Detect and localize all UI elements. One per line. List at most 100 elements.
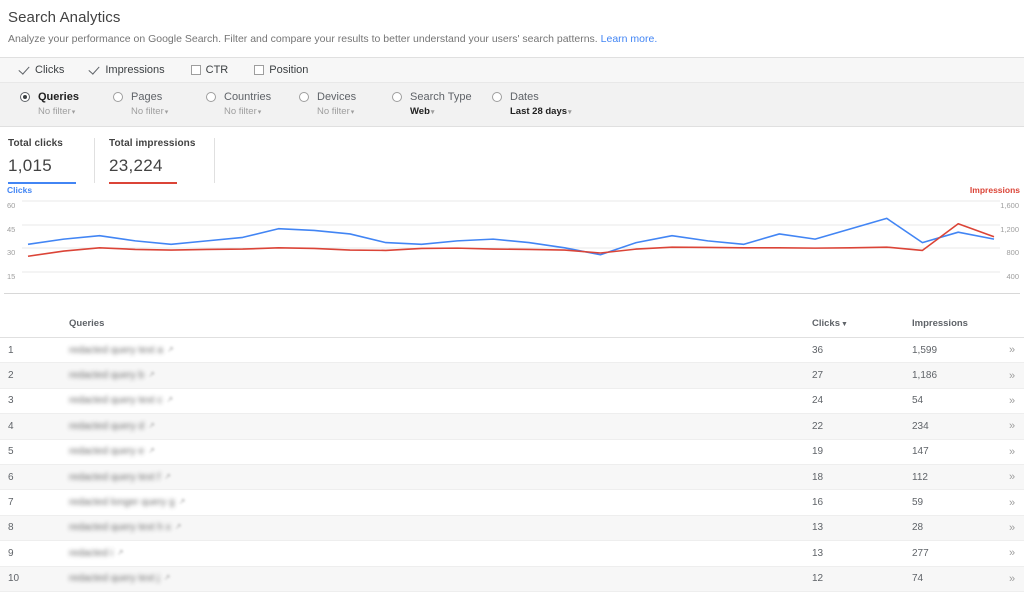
dimension-label: Dates bbox=[510, 91, 539, 103]
row-expand-button[interactable]: » bbox=[1000, 338, 1024, 363]
checkbox-icon[interactable] bbox=[90, 65, 100, 75]
total-impressions-label: Total impressions bbox=[109, 138, 196, 149]
double-chevron-right-icon[interactable]: » bbox=[1009, 420, 1015, 432]
dimension-filter-dropdown[interactable]: Web▾ bbox=[410, 106, 492, 117]
dimension-countries[interactable]: Countries No filter▾ bbox=[206, 91, 299, 117]
dimension-filter-dropdown[interactable]: No filter▾ bbox=[317, 106, 392, 117]
dimension-dates[interactable]: Dates Last 28 days▾ bbox=[492, 91, 592, 117]
radio-icon[interactable] bbox=[20, 92, 30, 102]
row-impressions: 28 bbox=[912, 515, 1000, 540]
learn-more-link[interactable]: Learn more. bbox=[601, 33, 658, 45]
row-rank: 3 bbox=[0, 388, 32, 413]
external-link-icon[interactable]: ↗ bbox=[167, 345, 174, 354]
total-clicks-card[interactable]: Total clicks 1,015 bbox=[8, 138, 95, 183]
double-chevron-right-icon[interactable]: » bbox=[1009, 547, 1015, 559]
row-query[interactable]: redacted query e ↗ bbox=[32, 439, 812, 464]
dimension-filter-dropdown[interactable]: Last 28 days▾ bbox=[510, 106, 592, 117]
checkbox-icon[interactable] bbox=[191, 65, 201, 75]
dimension-queries[interactable]: Queries No filter▾ bbox=[20, 91, 113, 117]
row-rank: 6 bbox=[0, 464, 32, 489]
radio-icon[interactable] bbox=[492, 92, 502, 102]
metric-checkbox-ctr[interactable]: CTR bbox=[191, 64, 229, 76]
table-row[interactable]: 5redacted query e↗19147» bbox=[0, 439, 1024, 464]
row-expand-button[interactable]: » bbox=[1000, 515, 1024, 540]
row-expand-button[interactable]: » bbox=[1000, 363, 1024, 388]
dimension-filter-dropdown[interactable]: No filter▾ bbox=[224, 106, 299, 117]
row-query[interactable]: redacted query b↗ bbox=[32, 363, 812, 388]
dimension-filter-dropdown[interactable]: No filter▾ bbox=[131, 106, 206, 117]
row-query-text: redacted query e bbox=[69, 446, 144, 457]
row-query[interactable]: redacted i↗ bbox=[32, 541, 812, 566]
row-expand-button[interactable]: » bbox=[1000, 464, 1024, 489]
dimension-devices[interactable]: Devices No filter▾ bbox=[299, 91, 392, 117]
total-clicks-underline bbox=[8, 182, 76, 184]
external-link-icon[interactable]: ↗ bbox=[148, 446, 155, 455]
double-chevron-right-icon[interactable]: » bbox=[1009, 497, 1015, 509]
row-expand-button[interactable]: » bbox=[1000, 541, 1024, 566]
dimension-filter-dropdown[interactable]: No filter▾ bbox=[38, 106, 113, 117]
row-impressions: 1,599 bbox=[912, 338, 1000, 363]
dimension-pages[interactable]: Pages No filter▾ bbox=[113, 91, 206, 117]
table-row[interactable]: 8redacted query text h x↗1328» bbox=[0, 515, 1024, 540]
row-query[interactable]: redacted query d↗ bbox=[32, 414, 812, 439]
row-expand-button[interactable]: » bbox=[1000, 439, 1024, 464]
radio-icon[interactable] bbox=[113, 92, 123, 102]
table-row[interactable]: 7redacted longer query g↗1659» bbox=[0, 490, 1024, 515]
dimension-filter-bar: Queries No filter▾ Pages No filter▾ Coun… bbox=[0, 83, 1024, 127]
external-link-icon[interactable]: ↗ bbox=[166, 395, 173, 404]
row-query[interactable]: redacted query text f↗ bbox=[32, 464, 812, 489]
checkbox-icon[interactable] bbox=[254, 65, 264, 75]
performance-chart[interactable]: Clicks Impressions 60 45 30 15 1,600 1,2… bbox=[0, 185, 1024, 289]
row-query[interactable]: redacted query text c↗ bbox=[32, 388, 812, 413]
row-clicks: 36 bbox=[812, 338, 912, 363]
column-header-clicks[interactable]: Clicks▼ bbox=[812, 312, 912, 338]
radio-icon[interactable] bbox=[392, 92, 402, 102]
table-body: 1redacted query text a↗361,599»2redacted… bbox=[0, 338, 1024, 592]
row-expand-button[interactable]: » bbox=[1000, 566, 1024, 591]
row-query[interactable]: redacted query text j↗ bbox=[32, 566, 812, 591]
double-chevron-right-icon[interactable]: » bbox=[1009, 370, 1015, 382]
row-query[interactable]: redacted longer query g↗ bbox=[32, 490, 812, 515]
column-header-queries[interactable]: Queries bbox=[32, 312, 812, 338]
row-expand-button[interactable]: » bbox=[1000, 414, 1024, 439]
external-link-icon[interactable]: ↗ bbox=[175, 522, 182, 531]
external-link-icon[interactable]: ↗ bbox=[164, 472, 171, 481]
table-row[interactable]: 6redacted query text f↗18112» bbox=[0, 464, 1024, 489]
total-impressions-card[interactable]: Total impressions 23,224 bbox=[109, 138, 215, 183]
metric-checkbox-position[interactable]: Position bbox=[254, 64, 308, 76]
table-row[interactable]: 4redacted query d↗22234» bbox=[0, 414, 1024, 439]
chart-divider bbox=[4, 293, 1020, 294]
external-link-icon[interactable]: ↗ bbox=[164, 573, 171, 582]
column-header-impressions[interactable]: Impressions bbox=[912, 312, 1000, 338]
external-link-icon[interactable]: ↗ bbox=[179, 497, 186, 506]
double-chevron-right-icon[interactable]: » bbox=[1009, 573, 1015, 585]
metric-checkbox-impressions[interactable]: Impressions bbox=[90, 64, 164, 76]
double-chevron-right-icon[interactable]: » bbox=[1009, 471, 1015, 483]
row-expand-button[interactable]: » bbox=[1000, 490, 1024, 515]
external-link-icon[interactable]: ↗ bbox=[117, 548, 124, 557]
table-row[interactable]: 2redacted query b↗271,186» bbox=[0, 363, 1024, 388]
metric-checkbox-clicks[interactable]: Clicks bbox=[20, 64, 64, 76]
page-title: Search Analytics bbox=[8, 8, 1024, 28]
double-chevron-right-icon[interactable]: » bbox=[1009, 344, 1015, 356]
external-link-icon[interactable]: ↗ bbox=[148, 421, 155, 430]
double-chevron-right-icon[interactable]: » bbox=[1009, 446, 1015, 458]
table-row[interactable]: 1redacted query text a↗361,599» bbox=[0, 338, 1024, 363]
row-query[interactable]: redacted query text a↗ bbox=[32, 338, 812, 363]
row-expand-button[interactable]: » bbox=[1000, 388, 1024, 413]
row-clicks: 12 bbox=[812, 566, 912, 591]
double-chevron-right-icon[interactable]: » bbox=[1009, 522, 1015, 534]
checkbox-icon[interactable] bbox=[20, 65, 30, 75]
external-link-icon[interactable]: ↗ bbox=[148, 370, 155, 379]
row-impressions: 54 bbox=[912, 388, 1000, 413]
row-rank: 5 bbox=[0, 439, 32, 464]
table-row[interactable]: 9redacted i↗13277» bbox=[0, 541, 1024, 566]
radio-icon[interactable] bbox=[206, 92, 216, 102]
table-row[interactable]: 10redacted query text j↗1274» bbox=[0, 566, 1024, 591]
chevron-down-icon: ▾ bbox=[568, 109, 572, 116]
row-query[interactable]: redacted query text h x↗ bbox=[32, 515, 812, 540]
dimension-search-type[interactable]: Search Type Web▾ bbox=[392, 91, 492, 117]
table-row[interactable]: 3redacted query text c↗2454» bbox=[0, 388, 1024, 413]
double-chevron-right-icon[interactable]: » bbox=[1009, 395, 1015, 407]
radio-icon[interactable] bbox=[299, 92, 309, 102]
